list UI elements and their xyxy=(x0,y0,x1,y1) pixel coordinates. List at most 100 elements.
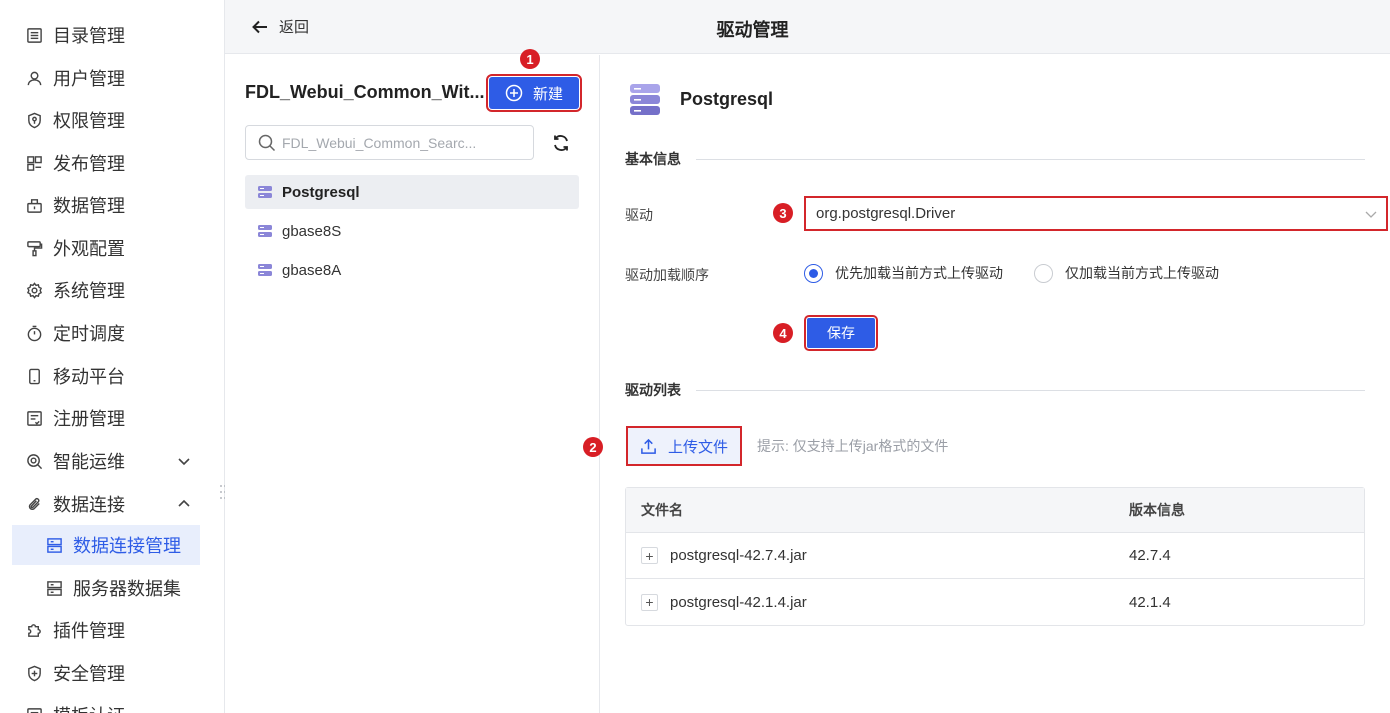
sidebar-item-data[interactable]: 数据管理 xyxy=(12,185,200,225)
sidebar-item-label: 安全管理 xyxy=(53,664,125,684)
ops-icon xyxy=(26,453,43,470)
sidebar-item-publish[interactable]: 发布管理 xyxy=(12,143,200,183)
database-icon xyxy=(258,264,272,276)
new-button[interactable]: 新建 xyxy=(486,74,582,112)
filename-text: postgresql-42.1.4.jar xyxy=(670,593,807,611)
driver-select[interactable]: org.postgresql.Driver xyxy=(804,196,1388,231)
template-icon xyxy=(26,707,43,713)
server-icon xyxy=(46,537,63,554)
filename-cell: + postgresql-42.7.4.jar xyxy=(626,547,1114,564)
radio-dot xyxy=(804,263,823,283)
new-button-label: 新建 xyxy=(532,85,563,103)
sidebar-item-permissions[interactable]: 权限管理 xyxy=(12,100,200,140)
chevron-down-icon xyxy=(178,458,190,466)
shield-key-icon xyxy=(26,112,43,129)
section-title: 基本信息 xyxy=(625,151,681,167)
paperclip-icon xyxy=(26,496,43,513)
sidebar-item-data-connection-management[interactable]: 数据连接管理 xyxy=(12,525,200,565)
user-icon xyxy=(26,70,43,87)
sidebar-item-data-connection[interactable]: 数据连接 xyxy=(12,484,200,524)
driver-list-section: 驱动列表 xyxy=(625,380,1365,400)
callout-badge: 2 xyxy=(583,437,603,457)
refresh-icon[interactable] xyxy=(551,133,571,153)
sidebar-item-catalog[interactable]: 目录管理 xyxy=(12,15,200,55)
sidebar-item-label: 系统管理 xyxy=(53,281,125,301)
database-icon xyxy=(258,225,272,237)
sidebar-item-register[interactable]: 注册管理 xyxy=(12,398,200,438)
radio-only-uploaded[interactable]: 仅加载当前方式上传驱动 xyxy=(1034,263,1219,283)
sidebar-item-smart-ops[interactable]: 智能运维 xyxy=(12,441,200,481)
sidebar-item-template-auth[interactable]: 模板认证 xyxy=(12,695,200,713)
upload-hint: 提示: 仅支持上传jar格式的文件 xyxy=(757,438,949,454)
sidebar-item-appearance[interactable]: 外观配置 xyxy=(12,228,200,268)
sidebar-item-plugins[interactable]: 插件管理 xyxy=(12,610,200,650)
driver-label: 驱动 xyxy=(625,207,653,223)
upload-file-button[interactable]: 上传文件 xyxy=(626,426,742,466)
sidebar-item-users[interactable]: 用户管理 xyxy=(12,58,200,98)
radio-prefer-uploaded[interactable]: 优先加载当前方式上传驱动 xyxy=(804,263,1003,283)
plus-circle-icon xyxy=(505,84,523,102)
gear-icon xyxy=(26,281,43,299)
database-icon xyxy=(258,186,272,198)
driver-table: 文件名 版本信息 + postgresql-42.7.4.jar 42.7.4 … xyxy=(625,487,1365,626)
search-input[interactable] xyxy=(282,134,512,151)
sidebar-item-label: 服务器数据集 xyxy=(73,579,181,599)
search-icon xyxy=(258,134,276,151)
radio-label: 仅加载当前方式上传驱动 xyxy=(1065,265,1219,281)
sidebar-item-label: 定时调度 xyxy=(53,324,125,344)
sidebar: 目录管理 用户管理 权限管理 发布管理 数据管理 外观配置 系统管理 定时调度 … xyxy=(0,0,225,713)
connection-item-postgresql[interactable]: Postgresql xyxy=(245,175,579,209)
filename-cell: + postgresql-42.1.4.jar xyxy=(626,593,1114,611)
mobile-icon xyxy=(26,368,43,385)
sidebar-item-label: 数据管理 xyxy=(53,196,125,216)
search-box[interactable] xyxy=(245,125,534,160)
expand-row-icon[interactable]: + xyxy=(641,547,658,564)
sidebar-item-label: 外观配置 xyxy=(53,239,125,259)
sidebar-item-label: 目录管理 xyxy=(53,26,125,46)
data-icon xyxy=(26,197,43,214)
table-header: 文件名 版本信息 xyxy=(626,488,1364,533)
table-row: + postgresql-42.1.4.jar 42.1.4 xyxy=(626,579,1364,625)
detail-title: Postgresql xyxy=(680,88,774,109)
sidebar-item-schedule[interactable]: 定时调度 xyxy=(12,313,200,353)
sidebar-item-system[interactable]: 系统管理 xyxy=(12,270,200,310)
upload-button-label: 上传文件 xyxy=(667,438,728,456)
chevron-up-icon xyxy=(178,499,190,507)
sidebar-item-mobile[interactable]: 移动平台 xyxy=(12,356,200,396)
shield-plus-icon xyxy=(26,665,43,682)
driver-detail-panel: Postgresql 基本信息 驱动 3 org.postgresql.Driv… xyxy=(583,55,1390,713)
connection-item-gbase8a[interactable]: gbase8A xyxy=(245,253,579,287)
publish-icon xyxy=(26,155,43,172)
save-button[interactable]: 保存 xyxy=(804,315,878,351)
filename-text: postgresql-42.7.4.jar xyxy=(670,547,807,564)
sidebar-item-label: 权限管理 xyxy=(53,111,125,131)
sidebar-item-label: 移动平台 xyxy=(53,367,125,387)
sidebar-item-server-dataset[interactable]: 服务器数据集 xyxy=(12,568,200,608)
panel-title: FDL_Webui_Common_Wit... xyxy=(245,82,485,102)
chevron-down-icon xyxy=(1365,211,1377,218)
callout-badge: 1 xyxy=(520,49,540,69)
detail-header: Postgresql xyxy=(627,81,773,117)
connection-item-label: gbase8S xyxy=(282,222,342,240)
expand-row-icon[interactable]: + xyxy=(641,593,658,611)
sidebar-item-label: 数据连接 xyxy=(53,495,125,515)
connection-item-gbase8s[interactable]: gbase8S xyxy=(245,214,579,248)
sidebar-item-label: 用户管理 xyxy=(53,69,125,89)
top-bar: 返回 驱动管理 xyxy=(225,0,1390,54)
connection-list-panel: FDL_Webui_Common_Wit... 新建 1 Postgresql … xyxy=(225,49,600,713)
register-icon xyxy=(26,410,43,427)
sidebar-item-security[interactable]: 安全管理 xyxy=(12,653,200,693)
page-title: 驱动管理 xyxy=(716,20,789,40)
version-cell: 42.7.4 xyxy=(1129,547,1171,564)
divider xyxy=(696,158,1365,160)
database-icon xyxy=(630,84,660,115)
sidebar-item-label: 数据连接管理 xyxy=(73,536,181,556)
sidebar-item-label: 智能运维 xyxy=(53,452,125,472)
sidebar-item-label: 模板认证 xyxy=(53,702,125,713)
column-header-version: 版本信息 xyxy=(1129,502,1185,518)
radio-label: 优先加载当前方式上传驱动 xyxy=(835,265,1003,281)
callout-badge: 3 xyxy=(773,203,793,223)
sidebar-item-label: 插件管理 xyxy=(53,621,125,641)
connection-item-label: gbase8A xyxy=(282,261,342,279)
paint-roller-icon xyxy=(26,240,43,257)
